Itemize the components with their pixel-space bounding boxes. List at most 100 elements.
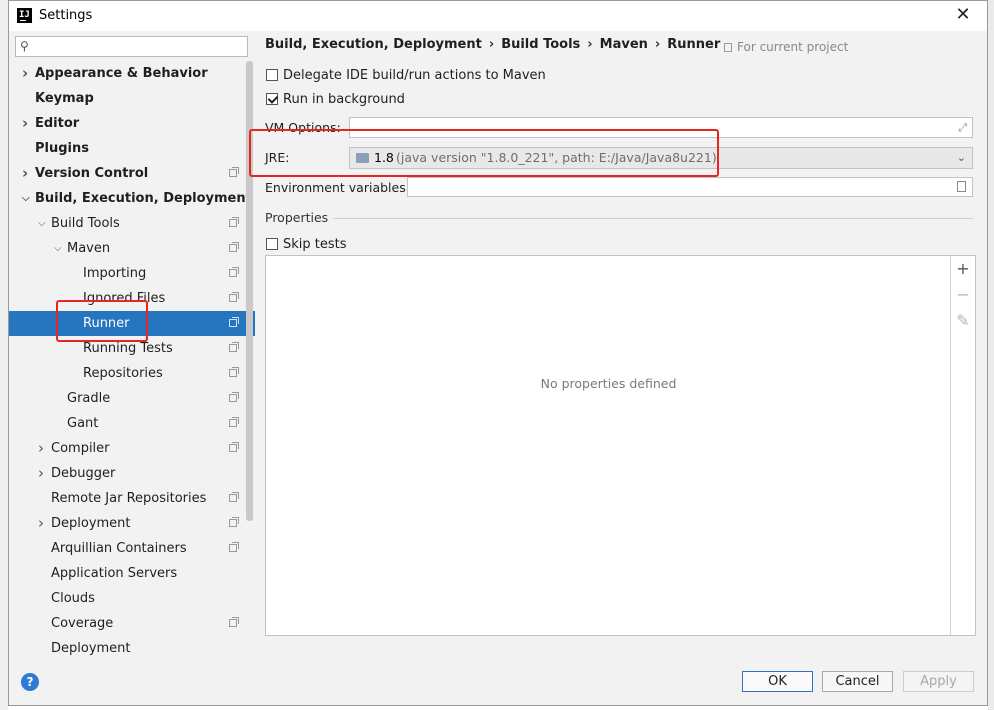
breadcrumb: Build, Execution, Deployment › Build Tools… (265, 37, 720, 52)
project-scope-icon (229, 167, 239, 177)
sidebar-item-running-tests[interactable]: Running Tests (9, 336, 255, 361)
properties-section-title: Properties (265, 210, 329, 225)
sidebar-item-label: Deployment (51, 516, 131, 531)
skip-tests-option[interactable]: Skip tests (266, 236, 347, 254)
sidebar-item-plugins[interactable]: Plugins (9, 136, 255, 161)
chevron-right-icon[interactable]: › (38, 461, 44, 486)
project-scope-icon (724, 43, 732, 52)
sidebar-item-remote-jar-repositories[interactable]: Remote Jar Repositories (9, 486, 255, 511)
sidebar-item-label: Gradle (67, 391, 111, 406)
jre-dropdown[interactable]: 1.8 (java version "1.8.0_221", path: E:/… (349, 147, 973, 169)
breadcrumb-item[interactable]: Runner (667, 37, 720, 52)
skip-tests-checkbox[interactable] (266, 238, 278, 250)
sidebar-item-label: Plugins (35, 141, 89, 156)
jre-label: JRE: (265, 150, 290, 165)
chevron-down-icon[interactable]: ⌵ (54, 236, 62, 261)
sidebar-item-runner[interactable]: Runner (9, 311, 255, 336)
sidebar-item-label: Appearance & Behavior (35, 66, 208, 81)
sidebar-item-label: Runner (83, 316, 130, 331)
properties-divider (333, 218, 973, 219)
vm-options-label: VM Options: (265, 120, 341, 135)
run-in-background-checkbox[interactable] (266, 93, 278, 105)
sidebar-item-label: Debugger (51, 466, 116, 481)
chevron-down-icon[interactable]: ⌵ (22, 186, 30, 211)
chevron-down-icon: ⌄ (956, 151, 966, 164)
window-title: Settings (39, 8, 93, 23)
edit-icon[interactable]: ✎ (951, 310, 975, 332)
sidebar-item-keymap[interactable]: Keymap (9, 86, 255, 111)
chevron-right-icon[interactable]: › (38, 511, 44, 536)
sidebar-item-build-execution-deployment[interactable]: ⌵ Build, Execution, Deployment (9, 186, 255, 211)
search-icon: ⚲ (20, 39, 29, 53)
sidebar-item-debugger[interactable]: › Debugger (9, 461, 255, 486)
remove-icon[interactable]: − (951, 284, 975, 306)
project-scope-icon (229, 242, 239, 252)
project-scope-icon (229, 367, 239, 377)
scope-indicator: For current project (724, 40, 848, 54)
sidebar-item-label: Deployment (51, 641, 131, 656)
sidebar-item-coverage[interactable]: Coverage (9, 611, 255, 636)
chevron-down-icon[interactable]: ⌵ (38, 211, 46, 236)
sidebar-item-build-tools[interactable]: ⌵ Build Tools (9, 211, 255, 236)
env-variables-field[interactable] (407, 177, 973, 197)
empty-properties-text: No properties defined (540, 376, 677, 391)
chevron-right-icon[interactable]: › (22, 111, 28, 136)
sidebar-item-editor[interactable]: › Editor (9, 111, 255, 136)
close-icon[interactable]: ✕ (953, 5, 973, 25)
sidebar-item-gant[interactable]: Gant (9, 411, 255, 436)
breadcrumb-separator: › (654, 37, 661, 52)
sidebar-item-label: Build, Execution, Deployment (35, 191, 252, 206)
expand-icon[interactable]: ⤢ (958, 121, 967, 135)
sidebar-item-label: Compiler (51, 441, 110, 456)
folder-icon (356, 153, 369, 163)
properties-table[interactable]: No properties defined + − ✎ (265, 255, 976, 636)
sidebar-item-label: Repositories (83, 366, 163, 381)
project-scope-icon (229, 442, 239, 452)
run-in-background-option[interactable]: Run in background (266, 91, 405, 109)
sidebar-item-label: Remote Jar Repositories (51, 491, 207, 506)
sidebar-item-label: Running Tests (83, 341, 173, 356)
sidebar-item-label: Importing (83, 266, 147, 281)
add-icon[interactable]: + (951, 258, 975, 280)
project-scope-icon (229, 392, 239, 402)
sidebar-item-ignored-files[interactable]: Ignored Files (9, 286, 255, 311)
sidebar-item-importing[interactable]: Importing (9, 261, 255, 286)
delegate-option[interactable]: Delegate IDE build/run actions to Maven (266, 67, 546, 85)
sidebar-item-compiler[interactable]: › Compiler (9, 436, 255, 461)
ok-button[interactable]: OK (742, 671, 813, 692)
breadcrumb-item[interactable]: Build Tools (501, 37, 580, 52)
settings-sidebar: ⚲ › Appearance & Behavior Keymap › Editor Plu… (9, 31, 255, 661)
project-scope-icon (229, 292, 239, 302)
breadcrumb-separator: › (488, 37, 495, 52)
breadcrumb-item[interactable]: Maven (600, 37, 648, 52)
breadcrumb-item[interactable]: Build, Execution, Deployment (265, 37, 482, 52)
apply-button[interactable]: Apply (903, 671, 974, 692)
help-icon[interactable]: ? (21, 673, 39, 691)
background-app-strip (0, 0, 8, 710)
sidebar-item-label: Version Control (35, 166, 149, 181)
sidebar-item-clouds[interactable]: Clouds (9, 586, 255, 611)
sidebar-item-arquillian-containers[interactable]: Arquillian Containers (9, 536, 255, 561)
chevron-right-icon[interactable]: › (22, 61, 28, 86)
sidebar-item-appearance-behavior[interactable]: › Appearance & Behavior (9, 61, 255, 86)
project-scope-icon (229, 417, 239, 427)
sidebar-item-deployment[interactable]: › Deployment (9, 511, 255, 536)
delegate-checkbox[interactable] (266, 69, 278, 81)
sidebar-scrollbar[interactable] (246, 61, 253, 521)
project-scope-icon (229, 492, 239, 502)
env-variables-label: Environment variables: (265, 180, 410, 195)
cancel-button[interactable]: Cancel (822, 671, 893, 692)
sidebar-item-gradle[interactable]: Gradle (9, 386, 255, 411)
browse-document-icon[interactable] (957, 181, 966, 192)
chevron-right-icon[interactable]: › (38, 436, 44, 461)
sidebar-item-deployment[interactable]: Deployment (9, 636, 255, 661)
chevron-right-icon[interactable]: › (22, 161, 28, 186)
sidebar-item-version-control[interactable]: › Version Control (9, 161, 255, 186)
vm-options-field[interactable]: ⤢ (349, 117, 973, 138)
sidebar-item-maven[interactable]: ⌵ Maven (9, 236, 255, 261)
settings-search-input[interactable]: ⚲ (15, 36, 248, 57)
sidebar-item-application-servers[interactable]: Application Servers (9, 561, 255, 586)
sidebar-item-label: Coverage (51, 616, 114, 631)
sidebar-item-repositories[interactable]: Repositories (9, 361, 255, 386)
dialog-footer: ? OK Cancel Apply (9, 659, 987, 705)
